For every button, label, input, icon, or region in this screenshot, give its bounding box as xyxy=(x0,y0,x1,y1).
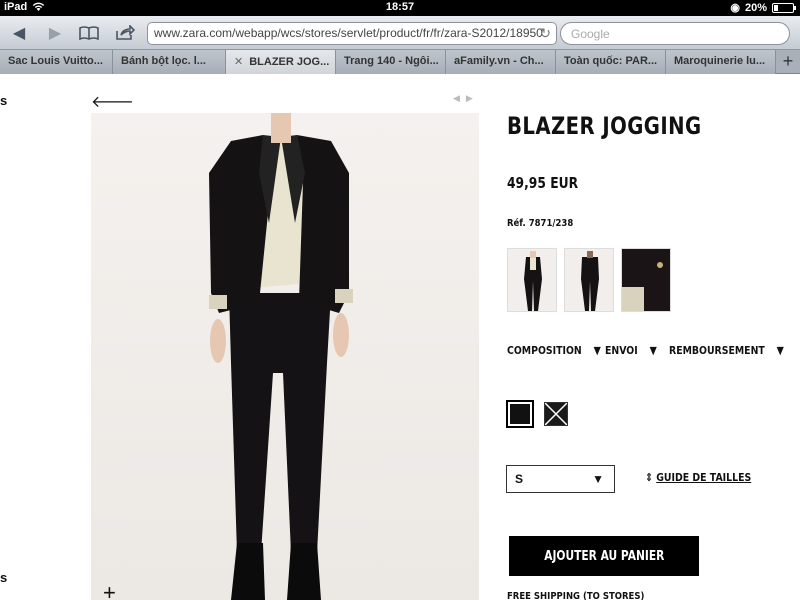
triangle-down-icon: ▼ xyxy=(776,344,784,357)
forward-button[interactable]: ▶ xyxy=(42,21,68,45)
next-icon[interactable]: ▶ xyxy=(466,93,479,103)
thumbnail-front-image xyxy=(524,251,542,311)
back-arrow-icon[interactable]: 🡐 xyxy=(91,91,134,112)
thumbnail-back[interactable] xyxy=(564,248,614,312)
free-shipping-note: FREE SHIPPING (TO STORES) xyxy=(507,591,645,600)
share-icon xyxy=(116,25,135,40)
search-input[interactable]: Google xyxy=(560,22,790,45)
tab-1[interactable]: Sac Louis Vuitto... xyxy=(0,50,113,74)
battery-fill xyxy=(774,4,778,11)
tab-7[interactable]: Maroquinerie lu... xyxy=(666,50,776,74)
tab-label: Sac Louis Vuitto... xyxy=(8,55,103,67)
prev-next-arrows: ◀▶ xyxy=(453,93,479,104)
tab-label: Bánh bột lọc. l... xyxy=(121,55,206,67)
remboursement-tab[interactable]: REMBOURSEMENT ▼ xyxy=(669,344,784,357)
ruler-icon: ⇕ xyxy=(645,471,653,484)
product-photo[interactable]: + xyxy=(91,113,479,600)
add-to-cart-button[interactable]: AJOUTER AU PANIER xyxy=(509,536,699,576)
prev-icon[interactable]: ◀ xyxy=(453,93,466,103)
url-text: www.zara.com/webapp/wcs/stores/servlet/p… xyxy=(154,26,543,40)
envoi-tab[interactable]: ENVOI ▼ xyxy=(605,344,657,357)
side-letter-bottom: s xyxy=(0,570,8,585)
address-bar[interactable]: www.zara.com/webapp/wcs/stores/servlet/p… xyxy=(147,22,557,45)
swatch-fill xyxy=(510,404,530,424)
thumbnail-front[interactable] xyxy=(507,248,557,312)
color-swatch-crossed[interactable] xyxy=(544,402,568,426)
chevron-down-icon: ▼ xyxy=(592,472,604,486)
add-to-cart-label: AJOUTER AU PANIER xyxy=(543,548,665,564)
thumbnail-detail[interactable] xyxy=(621,248,671,312)
thumbnail-detail-image xyxy=(622,249,670,311)
back-button[interactable]: ◀ xyxy=(6,21,32,45)
share-button[interactable] xyxy=(112,21,138,45)
size-value: S xyxy=(515,472,524,486)
status-bar: iPad 18:57 ◉ 20% xyxy=(0,0,800,16)
orientation-lock-icon: ◉ xyxy=(730,2,740,14)
battery-icon xyxy=(772,2,796,13)
color-swatch-black[interactable] xyxy=(506,400,534,428)
envoi-label: ENVOI xyxy=(605,344,638,357)
product-price: 49,95 EUR xyxy=(507,174,579,192)
tab-label: Maroquinerie lu... xyxy=(674,55,766,67)
remboursement-label: REMBOURSEMENT xyxy=(669,344,765,357)
tab-label: aFamily.vn - Ch... xyxy=(454,55,544,67)
browser-toolbar: ◀ ▶ www.zara.com/webapp/wcs/stores/servl… xyxy=(0,16,800,50)
status-right: ◉ 20% xyxy=(730,1,796,14)
book-icon xyxy=(79,26,99,40)
zoom-icon[interactable]: + xyxy=(103,580,116,600)
bookmarks-button[interactable] xyxy=(76,21,102,45)
composition-label: COMPOSITION xyxy=(507,344,582,357)
new-tab-button[interactable]: + xyxy=(776,50,800,74)
thumbnail-back-image xyxy=(581,251,599,311)
clock: 18:57 xyxy=(385,1,415,13)
tab-label: Trang 140 - Ngôi... xyxy=(344,55,439,67)
tab-5[interactable]: aFamily.vn - Ch... xyxy=(446,50,556,74)
side-letter-top: s xyxy=(0,93,8,108)
tab-label: BLAZER JOG... xyxy=(249,56,330,68)
tab-4[interactable]: Trang 140 - Ngôi... xyxy=(336,50,446,74)
size-select[interactable]: S ▼ xyxy=(506,465,615,493)
size-guide-link[interactable]: ⇕ GUIDE DE TAILLES xyxy=(645,471,751,484)
product-reference: Réf. 7871/238 xyxy=(507,218,574,229)
size-guide-label: GUIDE DE TAILLES xyxy=(656,471,752,484)
product-title: BLAZER JOGGING xyxy=(507,112,702,140)
model-illustration xyxy=(209,113,353,600)
triangle-down-icon: ▼ xyxy=(649,344,657,357)
tab-6[interactable]: Toàn quốc: PAR... xyxy=(556,50,666,74)
tab-2[interactable]: Bánh bột lọc. l... xyxy=(113,50,226,74)
tab-label: Toàn quốc: PAR... xyxy=(564,55,658,67)
battery-percent: 20% xyxy=(744,1,767,14)
composition-tab[interactable]: COMPOSITION ▼ xyxy=(507,344,601,357)
close-tab-icon[interactable]: ✕ xyxy=(234,56,243,68)
unavailable-icon xyxy=(544,402,568,426)
reload-icon[interactable]: ↻ xyxy=(539,25,551,42)
tab-3-active[interactable]: ✕ BLAZER JOG... xyxy=(226,50,336,74)
triangle-down-icon: ▼ xyxy=(593,344,601,357)
tab-bar: Sac Louis Vuitto... Bánh bột lọc. l... ✕… xyxy=(0,50,800,74)
